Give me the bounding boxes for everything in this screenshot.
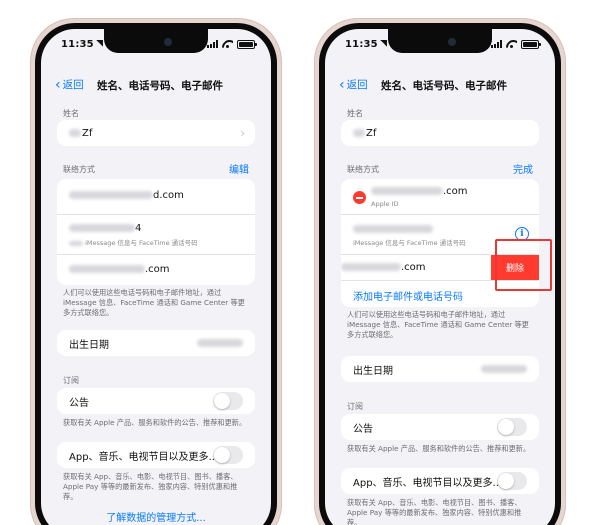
apple-id-sub: Apple ID xyxy=(371,200,399,208)
contact-note: 人们可以使用这些电话号码和电子邮件地址，通过 iMessage 信息、FaceT… xyxy=(63,288,245,317)
screen-left: 11:35 ‹ 返回 姓名、电话号码、电子邮件 姓名 Zf › 联络方式 编辑 d.… xyxy=(41,29,271,525)
name-card[interactable]: Zf xyxy=(341,120,539,146)
blurred-text xyxy=(353,129,365,137)
back-button[interactable]: ‹ 返回 xyxy=(339,77,368,92)
birthday-card[interactable]: 出生日期 xyxy=(57,330,255,356)
page-title: 姓名、电话号码、电子邮件 xyxy=(381,80,507,92)
announcements-note: 获取有关 Apple 产品、服务和软件的公告、推荐和更新。 xyxy=(347,444,531,453)
phone-left: 11:35 ‹ 返回 姓名、电话号码、电子邮件 姓名 Zf › 联络方式 编辑 d.… xyxy=(30,18,282,525)
status-time: 11:35 xyxy=(61,38,94,50)
chevron-left-icon: ‹ xyxy=(339,76,345,93)
wifi-icon xyxy=(506,40,517,48)
email-value: d.com xyxy=(153,190,184,201)
phone-sub: iMessage 信息与 FaceTime 通话号码 xyxy=(353,239,466,247)
phone-bezel: 11:35 ‹ 返回 姓名、电话号码、电子邮件 姓名 Zf › 联络方式 编辑 d.… xyxy=(35,23,277,525)
birthday-label: 出生日期 xyxy=(353,365,393,377)
status-bar: 11:35 xyxy=(61,37,257,51)
signal-icon xyxy=(207,40,218,48)
birthday-label: 出生日期 xyxy=(69,339,109,351)
blurred-text xyxy=(69,240,83,246)
contact-section-label: 联络方式 xyxy=(63,165,95,174)
remove-minus-icon[interactable] xyxy=(353,191,366,204)
contact-row-phone[interactable]: 4 iMessage 信息与 FaceTime 通话号码 xyxy=(57,215,255,255)
apps-toggle[interactable] xyxy=(497,472,527,490)
apps-card: App、音乐、电视节目以及更多... xyxy=(341,468,539,494)
announcements-toggle[interactable] xyxy=(497,418,527,436)
name-section-label: 姓名 xyxy=(63,109,79,118)
edit-button[interactable]: 编辑 xyxy=(229,161,249,176)
manage-data-link[interactable]: 了解数据的管理方式... xyxy=(41,509,271,524)
announcements-card: 公告 xyxy=(57,388,255,414)
add-contact-label: 添加电子邮件或电话号码 xyxy=(353,292,463,303)
contact-card: d.com 4 iMessage 信息与 FaceTime 通话号码 .com xyxy=(57,179,255,285)
announcements-card: 公告 xyxy=(341,414,539,440)
status-time: 11:35 xyxy=(345,38,378,50)
chevron-right-icon: › xyxy=(240,126,245,140)
announcements-label: 公告 xyxy=(353,423,373,435)
page-title: 姓名、电话号码、电子邮件 xyxy=(97,80,223,92)
apps-note: 获取有关 App、音乐、电影、电视节目、图书、播客、Apple Pay 等等的最… xyxy=(63,472,238,501)
phone-value: 4 xyxy=(135,223,142,234)
blurred-text xyxy=(69,191,153,199)
battery-icon xyxy=(237,39,257,49)
contact-row-apple-id[interactable]: .com Apple ID xyxy=(341,179,539,215)
email-swiped-value: .com xyxy=(401,262,426,273)
announcements-toggle[interactable] xyxy=(213,392,243,410)
birthday-card[interactable]: 出生日期 xyxy=(341,356,539,382)
contact-section-label: 联络方式 xyxy=(347,165,379,174)
name-card[interactable]: Zf › xyxy=(57,120,255,146)
back-label: 返回 xyxy=(346,79,368,91)
blurred-text xyxy=(481,365,527,373)
announcements-label: 公告 xyxy=(69,397,89,409)
phone-sub: iMessage 信息与 FaceTime 通话号码 xyxy=(85,239,198,247)
subscriptions-label: 订阅 xyxy=(347,402,363,411)
subscriptions-label: 订阅 xyxy=(63,376,79,385)
navbar: ‹ 返回 姓名、电话号码、电子邮件 xyxy=(325,77,555,95)
name-value: Zf xyxy=(82,127,93,139)
blurred-text xyxy=(371,187,443,195)
back-label: 返回 xyxy=(62,79,84,91)
apps-card: App、音乐、电视节目以及更多... xyxy=(57,442,255,468)
apple-id-value: .com xyxy=(443,186,468,197)
delete-highlight-box xyxy=(495,239,552,291)
blurred-text xyxy=(69,129,81,137)
chevron-left-icon: ‹ xyxy=(55,76,61,93)
contact-row-email[interactable]: d.com xyxy=(57,179,255,215)
contact-note: 人们可以使用这些电话号码和电子邮件地址，通过 iMessage 信息、FaceT… xyxy=(347,310,529,339)
blurred-text xyxy=(341,263,401,271)
apps-note: 获取有关 App、音乐、电影、电视节目、图书、播客、Apple Pay 等等的最… xyxy=(347,498,522,525)
location-icon xyxy=(95,39,103,47)
blurred-text xyxy=(353,225,433,233)
back-button[interactable]: ‹ 返回 xyxy=(55,77,84,92)
apps-label: App、音乐、电视节目以及更多... xyxy=(353,477,503,489)
apps-label: App、音乐、电视节目以及更多... xyxy=(69,451,219,463)
location-icon xyxy=(379,39,387,47)
blurred-text xyxy=(69,265,145,273)
email-2-value: .com xyxy=(145,264,170,275)
name-value: Zf xyxy=(366,127,377,139)
announcements-note: 获取有关 Apple 产品、服务和软件的公告、推荐和更新。 xyxy=(63,418,247,427)
apps-toggle[interactable] xyxy=(213,446,243,464)
signal-icon xyxy=(491,40,502,48)
done-button[interactable]: 完成 xyxy=(513,161,533,176)
blurred-text xyxy=(69,224,135,232)
contact-row-email-2[interactable]: .com xyxy=(57,255,255,285)
navbar: ‹ 返回 姓名、电话号码、电子邮件 xyxy=(41,77,271,95)
status-bar: 11:35 xyxy=(345,37,541,51)
battery-icon xyxy=(521,39,541,49)
wifi-icon xyxy=(222,40,233,48)
name-section-label: 姓名 xyxy=(347,109,363,118)
blurred-text xyxy=(197,339,243,347)
